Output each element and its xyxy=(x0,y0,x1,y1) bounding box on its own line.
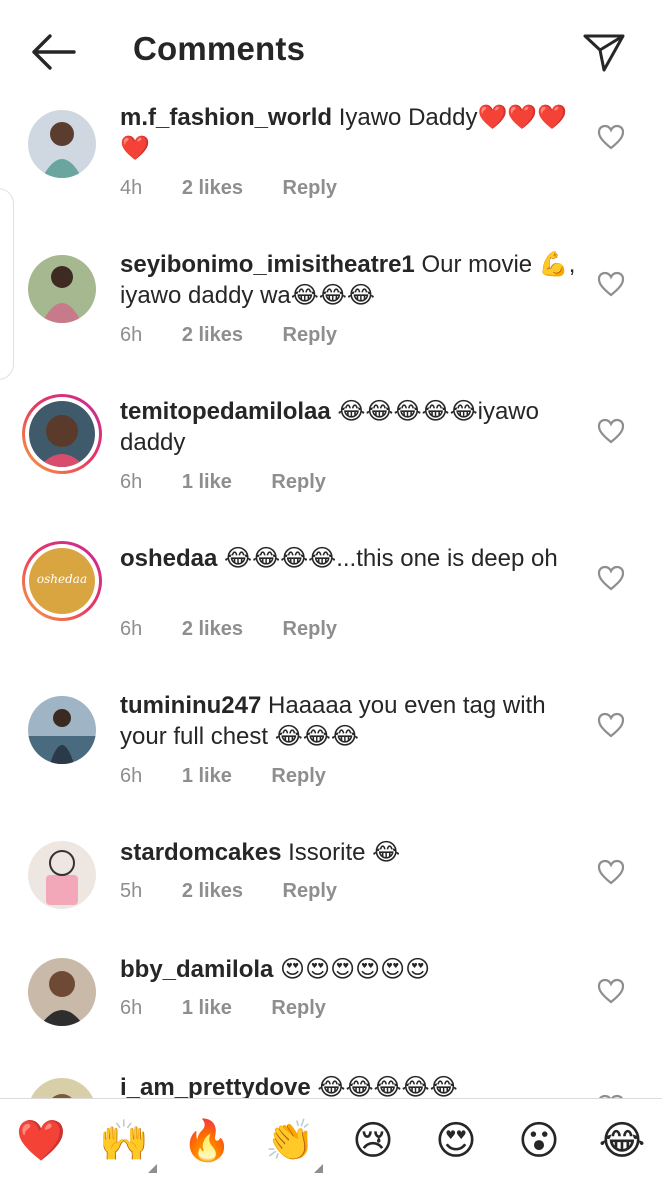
emoji-laughing-button[interactable]: 😂 xyxy=(596,1117,648,1165)
comment-time: 6h xyxy=(120,324,143,346)
avatar[interactable] xyxy=(28,255,96,323)
comment-meta: 4h 2 likes Reply xyxy=(120,177,371,200)
avatar-story-ring[interactable] xyxy=(22,394,102,474)
emoji-heart-button[interactable]: ❤️ xyxy=(15,1117,67,1165)
comment-time: 6h xyxy=(120,765,143,787)
comment-text: stardomcakes Issorite 😂 xyxy=(120,837,580,868)
skin-tone-indicator-icon xyxy=(314,1164,323,1173)
emoji-heart-eyes-button[interactable]: 😍 xyxy=(430,1117,482,1165)
comment-body: 😂😂😂😂...this one is deep oh xyxy=(224,545,558,572)
avatar-logo-text: oshedaa xyxy=(36,572,88,586)
comment-meta: 6h 1 like Reply xyxy=(120,765,360,788)
back-arrow-icon[interactable] xyxy=(30,32,76,72)
like-count[interactable]: 1 like xyxy=(182,471,232,493)
comment-text: i_am_prettydove 😂😂😂😂😂 xyxy=(120,1072,580,1098)
comment-username[interactable]: i_am_prettydove xyxy=(120,1074,311,1098)
comment-text: temitopedamilolaa 😂😂😂😂😂iyawo daddy xyxy=(120,396,580,458)
comment-username[interactable]: m.f_fashion_world xyxy=(120,104,332,131)
page-title: Comments xyxy=(133,30,306,67)
avatar[interactable] xyxy=(28,841,96,909)
emoji-clap-button[interactable]: 👏 xyxy=(264,1117,316,1165)
comment-meta: 6h 2 likes Reply xyxy=(120,324,371,347)
avatar[interactable] xyxy=(28,110,96,178)
emoji-raised-hands-button[interactable]: 🙌 xyxy=(98,1117,150,1165)
avatar[interactable] xyxy=(28,958,96,1026)
direct-message-icon[interactable] xyxy=(582,30,626,74)
quick-emoji-bar: ❤️ 🙌 🔥 👏 😢 😍 😮 😂 xyxy=(0,1098,662,1182)
like-heart-icon[interactable] xyxy=(597,124,625,150)
comment-meta: 5h 2 likes Reply xyxy=(120,880,371,903)
comment-time: 6h xyxy=(120,618,143,640)
top-bar: Comments xyxy=(0,0,662,100)
reply-button[interactable]: Reply xyxy=(271,471,325,493)
comment-meta: 6h 2 likes Reply xyxy=(120,618,371,641)
like-count[interactable]: 2 likes xyxy=(182,618,243,640)
emoji-fire-button[interactable]: 🔥 xyxy=(181,1117,233,1165)
comment-time: 6h xyxy=(120,997,143,1019)
comment-username[interactable]: stardomcakes xyxy=(120,839,281,866)
like-count[interactable]: 2 likes xyxy=(182,880,243,902)
comment-meta: 6h 1 like Reply xyxy=(120,471,360,494)
comment-username[interactable]: oshedaa xyxy=(120,545,217,572)
avatar-story-ring[interactable]: oshedaa xyxy=(22,541,102,621)
like-heart-icon[interactable] xyxy=(597,271,625,297)
comment-username[interactable]: bby_damilola xyxy=(120,956,273,983)
reply-button[interactable]: Reply xyxy=(271,997,325,1019)
comment-body: 😍😍😍😍😍😍 xyxy=(280,956,431,983)
like-heart-icon[interactable] xyxy=(597,712,625,738)
comment-body: Issorite 😂 xyxy=(288,839,401,866)
avatar[interactable] xyxy=(28,696,96,764)
comment-time: 5h xyxy=(120,880,143,902)
like-heart-icon[interactable] xyxy=(597,418,625,444)
emoji-crying-button[interactable]: 😢 xyxy=(347,1117,399,1165)
avatar[interactable] xyxy=(28,1078,96,1098)
comment-text: bby_damilola 😍😍😍😍😍😍 xyxy=(120,954,580,985)
emoji-surprised-button[interactable]: 😮 xyxy=(513,1117,565,1165)
comment-list[interactable]: m.f_fashion_world Iyawo Daddy❤️❤️❤️❤️ 4h… xyxy=(0,100,662,1098)
comment-text: seyibonimo_imisitheatre1 Our movie 💪, iy… xyxy=(120,249,580,311)
like-count[interactable]: 1 like xyxy=(182,765,232,787)
reply-button[interactable]: Reply xyxy=(283,880,337,902)
comment-username[interactable]: seyibonimo_imisitheatre1 xyxy=(120,251,415,278)
comment-username[interactable]: temitopedamilolaa xyxy=(120,398,331,425)
like-count[interactable]: 1 like xyxy=(182,997,232,1019)
reply-button[interactable]: Reply xyxy=(271,765,325,787)
like-heart-icon[interactable] xyxy=(597,859,625,885)
comment-text: oshedaa 😂😂😂😂...this one is deep oh xyxy=(120,543,580,574)
comment-time: 6h xyxy=(120,471,143,493)
comment-body: 😂😂😂😂😂 xyxy=(317,1074,458,1098)
like-heart-icon[interactable] xyxy=(597,565,625,591)
comment-username[interactable]: tumininu247 xyxy=(120,692,261,719)
reply-button[interactable]: Reply xyxy=(283,177,337,199)
skin-tone-indicator-icon xyxy=(148,1164,157,1173)
like-heart-icon[interactable] xyxy=(597,978,625,1004)
like-count[interactable]: 2 likes xyxy=(182,324,243,346)
like-count[interactable]: 2 likes xyxy=(182,177,243,199)
reply-button[interactable]: Reply xyxy=(283,618,337,640)
comment-time: 4h xyxy=(120,177,143,199)
comment-text: tumininu247 Haaaaa you even tag with you… xyxy=(120,690,580,752)
comment-text: m.f_fashion_world Iyawo Daddy❤️❤️❤️❤️ xyxy=(120,102,580,164)
comment-meta: 6h 1 like Reply xyxy=(120,997,360,1020)
reply-button[interactable]: Reply xyxy=(283,324,337,346)
